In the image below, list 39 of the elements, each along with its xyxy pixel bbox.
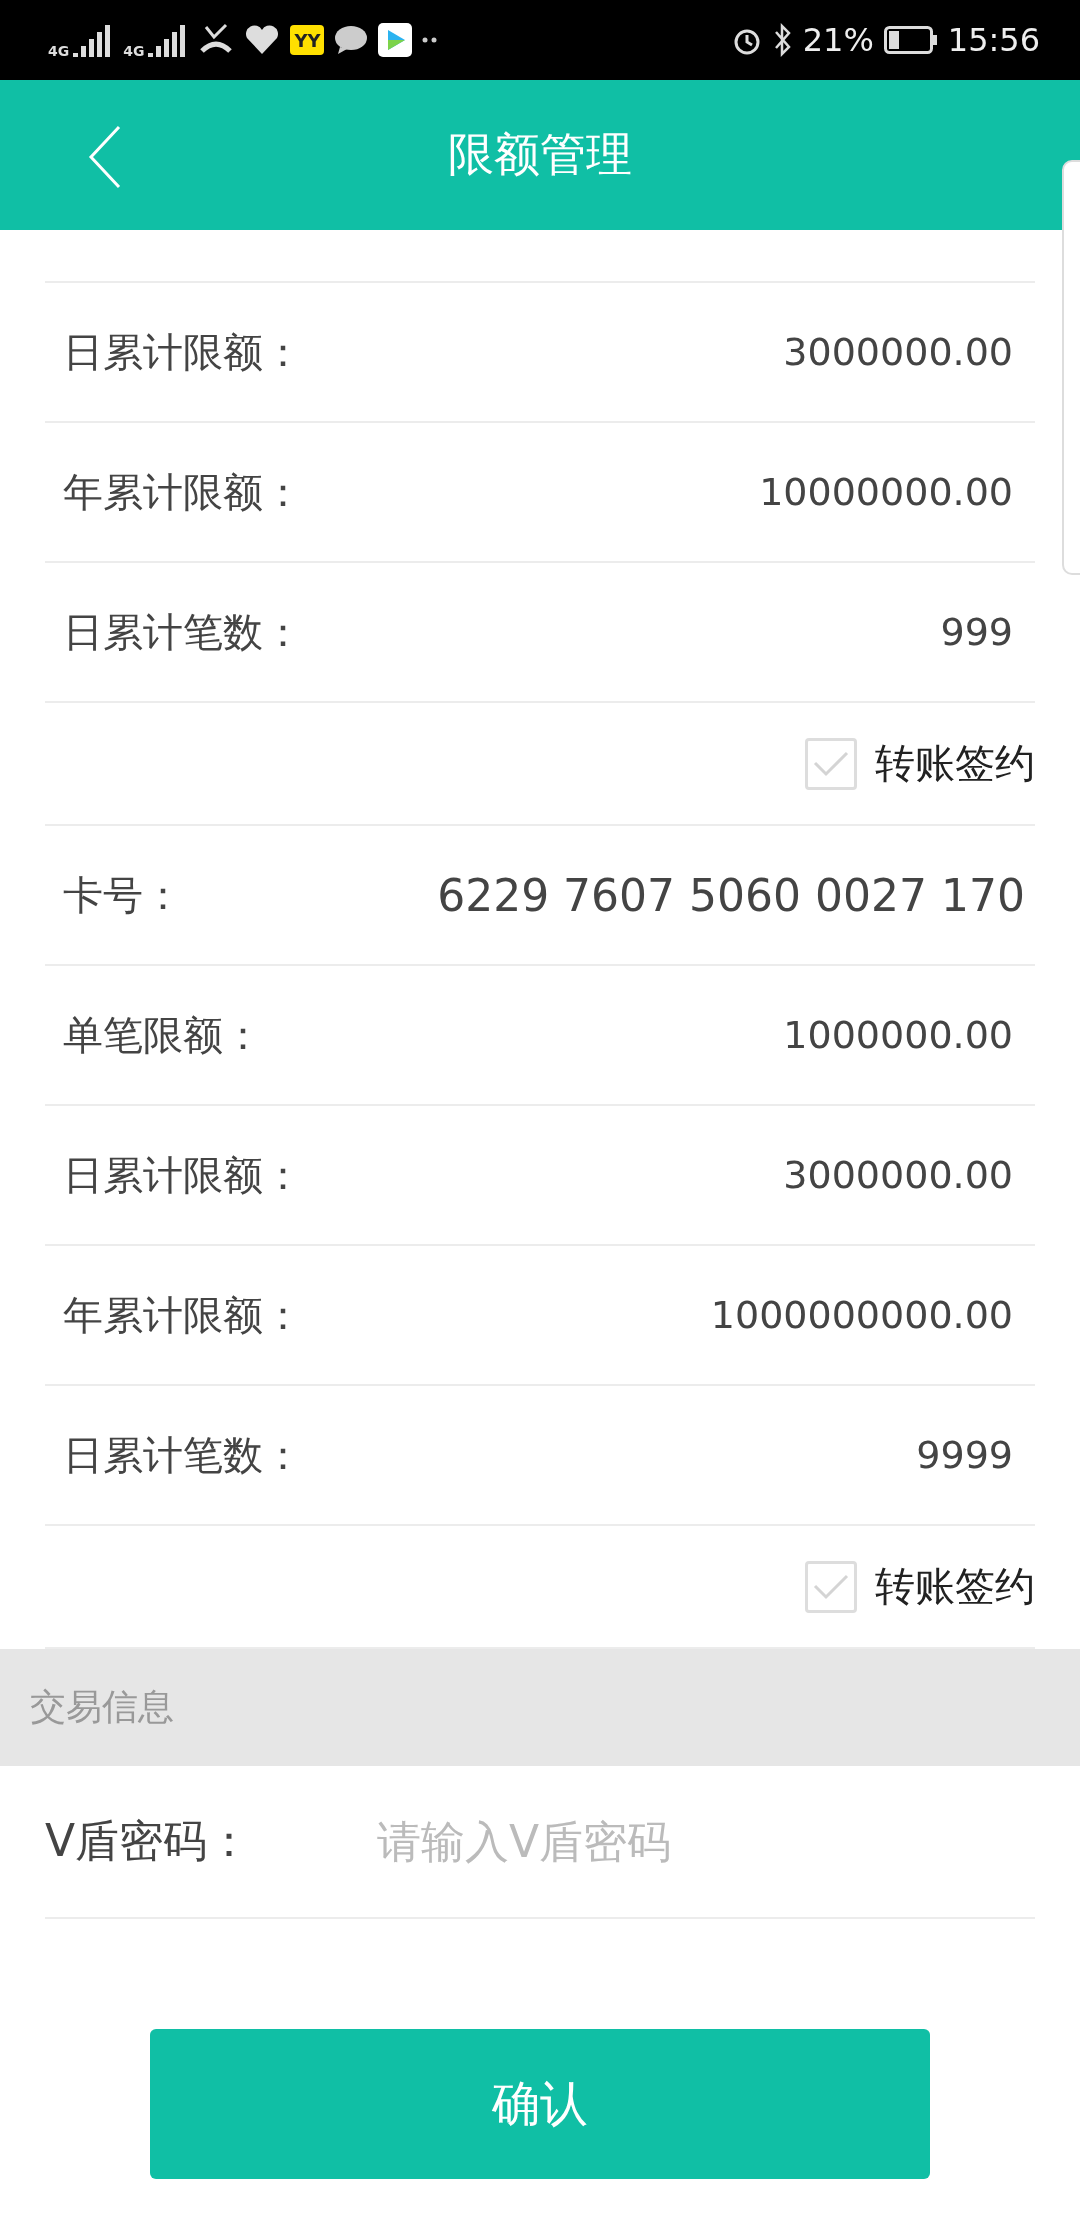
field-value: 9999 xyxy=(916,1433,1013,1477)
field-value: 999 xyxy=(940,610,1013,654)
checkbox-label: 转账签约 xyxy=(875,739,1035,788)
checkbox[interactable] xyxy=(805,1560,857,1613)
field-value: 1000000000.00 xyxy=(710,1293,1013,1337)
page-title: 限额管理 xyxy=(448,126,632,183)
field-value: 3000000.00 xyxy=(783,1153,1013,1197)
field-value: 3000000.00 xyxy=(783,330,1013,374)
network-label: 4G xyxy=(48,43,70,59)
field-label: V盾密码： xyxy=(45,1814,253,1868)
battery-icon xyxy=(883,26,938,54)
clock-time: 15:56 xyxy=(947,21,1040,59)
field-label: 单笔限额： xyxy=(63,1010,263,1060)
network-label: 4G xyxy=(123,43,145,59)
battery-percent: 21% xyxy=(802,21,874,59)
section-title: 交易信息 xyxy=(30,1685,174,1729)
field-label: 年累计限额： xyxy=(63,467,303,517)
back-icon[interactable] xyxy=(88,125,122,189)
field-label: 年累计限额： xyxy=(63,1290,303,1340)
field-value: 1000000.00 xyxy=(783,1013,1013,1057)
field-label: 卡号： xyxy=(63,870,183,920)
field-label: 日累计笔数： xyxy=(63,607,303,657)
heart-icon xyxy=(244,24,281,56)
app-icon: YY xyxy=(290,25,325,55)
card-number: 6229 7607 5060 0027 170 xyxy=(437,869,1025,921)
field-label: 日累计笔数： xyxy=(63,1430,303,1480)
bluetooth-icon xyxy=(772,23,793,57)
password-field[interactable]: 请输入V盾密码 xyxy=(375,1815,1035,1868)
field-value: 10000000.00 xyxy=(759,470,1013,514)
chat-icon xyxy=(334,25,369,55)
confirm-button[interactable]: 确认 xyxy=(150,2029,930,2179)
checkbox-label: 转账签约 xyxy=(875,1562,1035,1611)
check-icon xyxy=(813,750,849,777)
more-icon xyxy=(422,37,439,43)
video-app-icon xyxy=(378,23,413,57)
checkbox[interactable] xyxy=(805,737,857,790)
field-label: 日累计限额： xyxy=(63,327,303,377)
check-icon xyxy=(813,1573,849,1600)
field-label: 日累计限额： xyxy=(63,1150,303,1200)
